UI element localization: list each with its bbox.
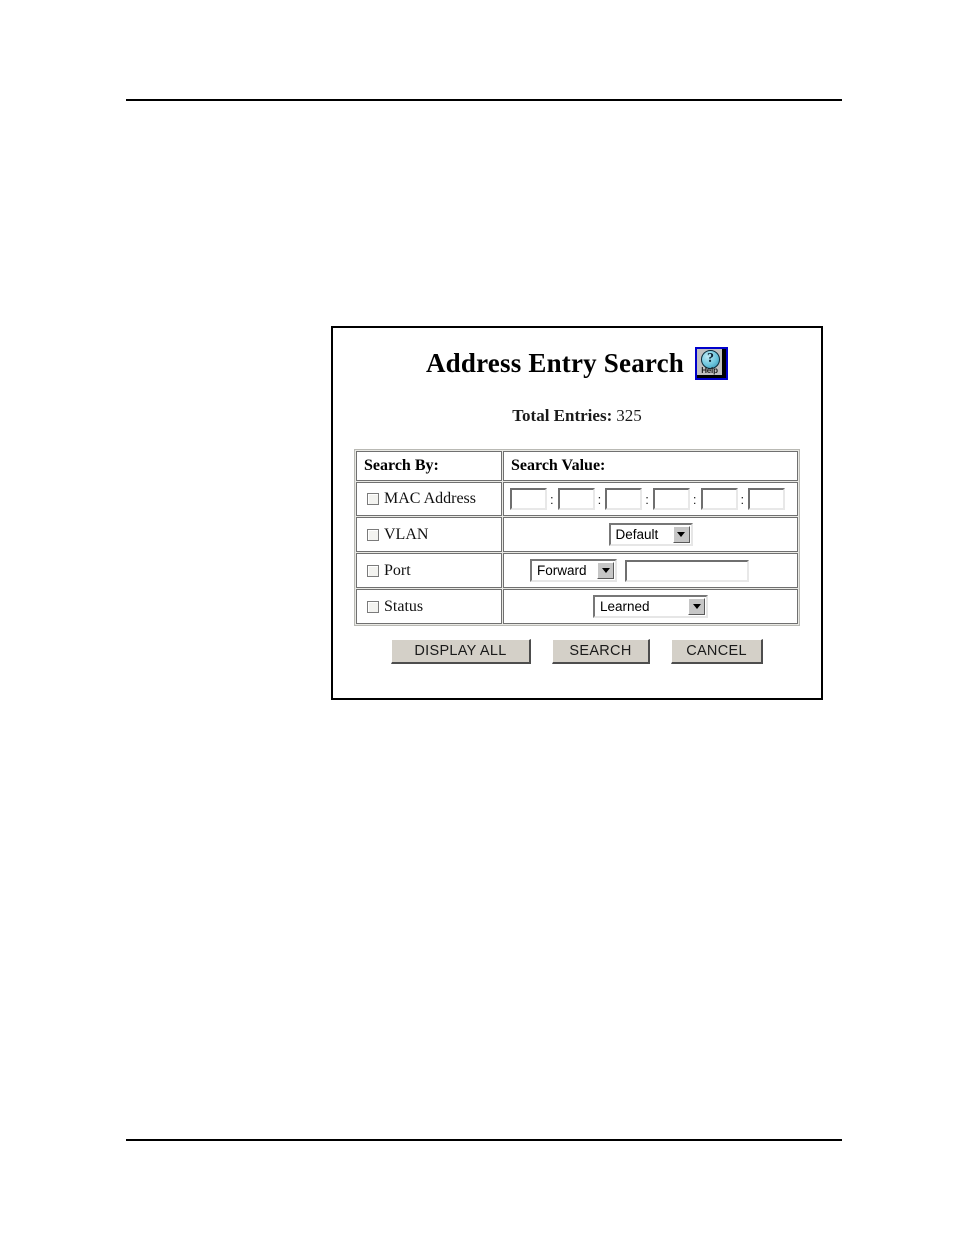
search-button[interactable]: SEARCH [552,639,650,664]
port-value-input[interactable] [625,559,749,582]
mac-octet-group: : : : : : [504,483,797,515]
checkbox-row-status[interactable]: Status [357,593,501,621]
cell-label-mac-address: MAC Address [356,482,502,516]
checkbox-row-vlan[interactable]: VLAN [357,521,501,549]
cell-value-vlan: Default [503,517,798,552]
total-entries: Total Entries: 325 [333,406,821,426]
help-icon-shadow-bottom [697,375,727,378]
mac-octet-6-input[interactable] [748,488,786,510]
checkbox-mac-address[interactable] [367,493,379,505]
cell-value-mac-address: : : : : : [503,482,798,516]
help-icon-label: Help [701,366,718,375]
column-header-search-by: Search By: [364,457,439,474]
checkbox-status[interactable] [367,600,379,613]
search-table: Search By: Search Value: MAC Address::… [354,449,800,626]
total-entries-value: 325 [616,406,642,425]
mac-octet-5-input[interactable] [700,488,738,510]
port-direction-select[interactable]: Forward [530,559,617,582]
cancel-button[interactable]: CANCEL [671,639,763,664]
display-all-button[interactable]: DISPLAY ALL [391,639,531,664]
page-header-rule [126,99,842,101]
page-footer-rule [126,1139,842,1141]
mac-octet-1-input[interactable] [510,488,547,510]
table-row: Port Forward [356,553,798,588]
cell-label-vlan: VLAN [356,517,502,552]
checkbox-row-mac-address[interactable]: MAC Address [357,485,501,513]
mac-octet-4-input[interactable] [652,488,690,510]
chevron-down-icon[interactable] [672,526,690,543]
table-row: VLAN Default [356,517,798,552]
help-icon-shadow-right [722,349,727,378]
checkbox-vlan[interactable] [367,528,379,541]
status-select[interactable]: Learned [593,595,708,618]
help-icon[interactable]: ? Help [695,347,729,380]
cell-label-port: Port [356,553,502,588]
chevron-down-icon[interactable] [688,598,705,615]
checkbox-label-status: Status [384,597,424,615]
port-value-wrap: Forward [504,554,797,587]
mac-octet-2-input[interactable] [557,488,595,510]
header-cell-search-value: Search Value: [503,451,798,481]
checkbox-row-port[interactable]: Port [357,557,501,585]
vlan-select-value: Default [615,527,659,542]
mac-separator-1: : [550,491,554,507]
search-table-wrap: Search By: Search Value: MAC Address::… [354,449,800,626]
table-row: MAC Address : : : : : [356,482,798,516]
address-entry-search-dialog: Address Entry Search ? Help Total Entrie… [331,326,823,700]
table-header-row: Search By: Search Value: [356,451,798,481]
status-value-wrap: Learned [504,590,797,623]
status-select-value: Learned [600,599,650,614]
mac-separator-5: : [740,491,745,507]
mac-separator-4: : [692,491,697,507]
header-cell-search-by: Search By: [356,451,502,481]
cell-label-status: Status [356,589,502,624]
vlan-select[interactable]: Default [608,523,693,546]
checkbox-label-port: Port [384,561,411,579]
column-header-search-value: Search Value: [511,457,606,474]
page-title: Address Entry Search [425,348,685,378]
checkbox-label-vlan: VLAN [384,525,429,543]
checkbox-label-mac-address: MAC Address [384,490,477,507]
dialog-button-row: DISPLAY ALL SEARCH CANCEL [333,639,821,664]
vlan-value-wrap: Default [504,518,797,551]
question-mark-glyph: ? [707,351,715,366]
total-entries-label: Total Entries: [512,406,613,425]
mac-octet-3-input[interactable] [605,488,643,510]
cell-value-port: Forward [503,553,798,588]
dialog-title-row: Address Entry Search ? Help [333,347,821,380]
mac-separator-2: : [597,491,602,507]
checkbox-port[interactable] [367,564,379,577]
table-row: Status Learned [356,589,798,624]
mac-separator-3: : [645,491,649,507]
chevron-down-icon[interactable] [597,562,614,579]
port-direction-select-value: Forward [537,563,587,578]
cell-value-status: Learned [503,589,798,624]
